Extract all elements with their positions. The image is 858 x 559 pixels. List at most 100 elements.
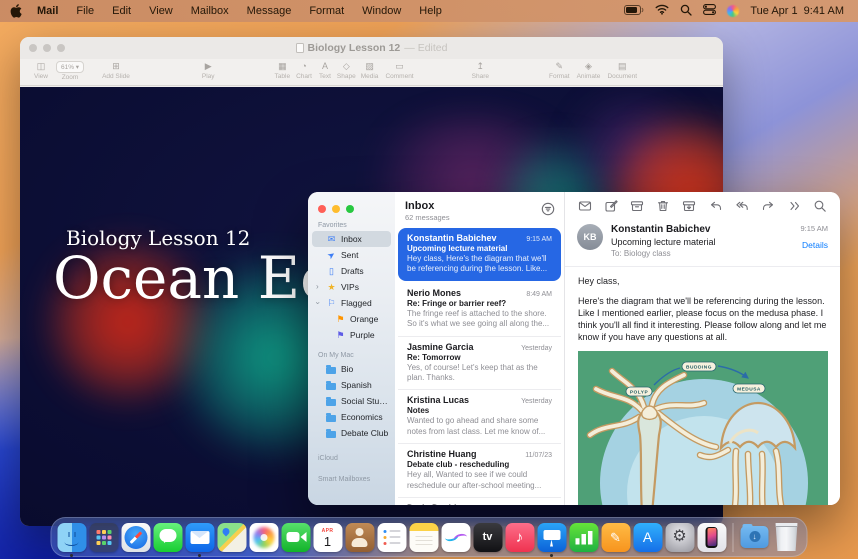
toolbar-label: Document: [607, 73, 637, 80]
sidebar-item-spanish[interactable]: Spanish: [312, 377, 391, 393]
get-mail-icon[interactable]: [578, 199, 592, 213]
dock-trash[interactable]: [772, 522, 802, 552]
keynote-toolbar-format[interactable]: ✎Format: [549, 61, 570, 80]
disclosure-open-icon[interactable]: ›: [313, 302, 321, 305]
menu-file[interactable]: File: [67, 0, 103, 22]
delete-icon[interactable]: [656, 199, 670, 213]
reply-all-icon[interactable]: [735, 199, 749, 213]
mail-zoom-button[interactable]: [346, 205, 354, 213]
dock-messages[interactable]: [153, 522, 183, 552]
dock-iphone[interactable]: [697, 522, 727, 552]
forward-icon[interactable]: [761, 199, 775, 213]
sidebar-item-orange[interactable]: ⚑Orange: [312, 311, 391, 327]
dock-appstore[interactable]: A: [633, 522, 663, 552]
email-preview: The fringe reef is attached to the shore…: [407, 309, 552, 330]
keynote-close-button[interactable]: [29, 44, 37, 52]
search-mail-icon[interactable]: [813, 199, 827, 213]
keynote-toolbar-chart[interactable]: ◔Chart: [296, 61, 312, 80]
apple-menu[interactable]: [10, 4, 22, 18]
sidebar-item-economics[interactable]: Economics: [312, 409, 391, 425]
sender-name: Konstantin Babichev: [611, 224, 792, 235]
keynote-toolbar-share[interactable]: ↥Share: [472, 61, 489, 80]
email-row[interactable]: Christine Huang11/07/23Debate club - res…: [398, 443, 561, 497]
dock-tv[interactable]: tv: [473, 522, 503, 552]
dock-facetime[interactable]: [281, 522, 311, 552]
dock-calendar[interactable]: APR1: [313, 522, 343, 552]
battery-icon[interactable]: [624, 5, 644, 18]
email-row[interactable]: Kristina LucasYesterdayNotesWanted to go…: [398, 389, 561, 443]
menu-window[interactable]: Window: [353, 0, 410, 22]
keynote-toolbar-zoom[interactable]: 61% ▾Zoom: [56, 61, 84, 81]
menu-edit[interactable]: Edit: [103, 0, 140, 22]
dock-notes[interactable]: [409, 522, 439, 552]
dock-freeform[interactable]: [441, 522, 471, 552]
email-row[interactable]: Darla Davidson11/05/23Tomorrow's classAs…: [398, 497, 561, 505]
keynote-toolbar-animate[interactable]: ◈Animate: [577, 61, 601, 80]
sidebar-item-debate-club[interactable]: Debate Club: [312, 425, 391, 441]
dock-reminders[interactable]: [377, 522, 407, 552]
keynote-toolbar-comment[interactable]: ▭Comment: [385, 61, 413, 80]
keynote-toolbar-play[interactable]: ▶Play: [202, 61, 215, 80]
dock-music[interactable]: ♪: [505, 522, 535, 552]
email-row[interactable]: Jasmine GarciaYesterdayRe: TomorrowYes, …: [398, 336, 561, 390]
mail-minimize-button[interactable]: [332, 205, 340, 213]
view-icon: ◫: [37, 61, 46, 72]
reply-icon[interactable]: [709, 199, 723, 213]
wifi-icon[interactable]: [655, 4, 669, 18]
dock-launchpad[interactable]: [89, 522, 119, 552]
compose-icon[interactable]: [604, 199, 618, 213]
section-header-smart-mailboxes: Smart Mailboxes: [318, 476, 395, 483]
menu-help[interactable]: Help: [410, 0, 451, 22]
keynote-zoom-button[interactable]: [57, 44, 65, 52]
sidebar-item-vips[interactable]: ›★VIPs: [312, 279, 391, 295]
email-row[interactable]: Nerio Mones8:49 AMRe: Fringe or barrier …: [398, 282, 561, 336]
dock-contacts[interactable]: [345, 522, 375, 552]
dock-downloads[interactable]: [740, 522, 770, 552]
dock-photos[interactable]: [249, 522, 279, 552]
menu-view[interactable]: View: [140, 0, 182, 22]
sidebar-item-drafts[interactable]: ▯Drafts: [312, 263, 391, 279]
menu-bar-clock[interactable]: Tue Apr 1 9:41 AM: [750, 5, 844, 17]
sidebar-item-inbox[interactable]: ✉Inbox: [312, 231, 391, 247]
keynote-toolbar-media[interactable]: ▨Media: [361, 61, 379, 80]
control-center-icon[interactable]: [703, 4, 716, 18]
dock-maps[interactable]: [217, 522, 247, 552]
siri-icon[interactable]: [727, 5, 739, 17]
search-icon[interactable]: [680, 4, 692, 19]
keynote-toolbar-shape[interactable]: ◇Shape: [337, 61, 356, 80]
zoom-level-control[interactable]: 61% ▾: [56, 61, 84, 73]
keynote-toolbar-text[interactable]: AText: [319, 61, 331, 80]
dock-safari[interactable]: [121, 522, 151, 552]
menu-mailbox[interactable]: Mailbox: [182, 0, 238, 22]
sidebar-item-social-studies[interactable]: Social Studies: [312, 393, 391, 409]
details-link[interactable]: Details: [800, 240, 828, 250]
dock-finder[interactable]: [57, 522, 87, 552]
sidebar-item-flagged[interactable]: ›⚐Flagged: [312, 295, 391, 311]
archive-icon[interactable]: [630, 199, 644, 213]
junk-icon[interactable]: [682, 199, 696, 213]
sidebar-item-bio[interactable]: Bio: [312, 361, 391, 377]
keynote-toolbar-document[interactable]: ▤Document: [607, 61, 637, 80]
more-icon[interactable]: [787, 199, 801, 213]
menu-format[interactable]: Format: [300, 0, 353, 22]
sidebar-item-purple[interactable]: ⚑Purple: [312, 327, 391, 343]
filter-icon[interactable]: [541, 202, 555, 221]
dock-mail[interactable]: [185, 522, 215, 552]
dock-keynote[interactable]: [537, 522, 567, 552]
dock-numbers[interactable]: [569, 522, 599, 552]
sidebar-item-sent[interactable]: ➤Sent: [312, 247, 391, 263]
keynote-toolbar-add-slide[interactable]: ⊞Add Slide: [102, 61, 130, 80]
keynote-minimize-button[interactable]: [43, 44, 51, 52]
dock-settings[interactable]: ⚙: [665, 522, 695, 552]
keynote-toolbar-table[interactable]: ▦Table: [275, 61, 291, 80]
keynote-titlebar[interactable]: Biology Lesson 12 — Edited: [20, 37, 723, 59]
email-row[interactable]: Konstantin Babichev9:15 AMUpcoming lectu…: [398, 228, 561, 281]
menu-message[interactable]: Message: [238, 0, 301, 22]
dock-pages[interactable]: ✎: [601, 522, 631, 552]
menu-bar-status: Tue Apr 1 9:41 AM: [624, 4, 844, 19]
mail-close-button[interactable]: [318, 205, 326, 213]
keynote-toolbar-view[interactable]: ◫View: [34, 61, 48, 80]
menu-mail[interactable]: Mail: [28, 0, 67, 22]
music-glyph: ♪: [516, 530, 524, 545]
disclosure-closed-icon[interactable]: ›: [316, 283, 319, 291]
